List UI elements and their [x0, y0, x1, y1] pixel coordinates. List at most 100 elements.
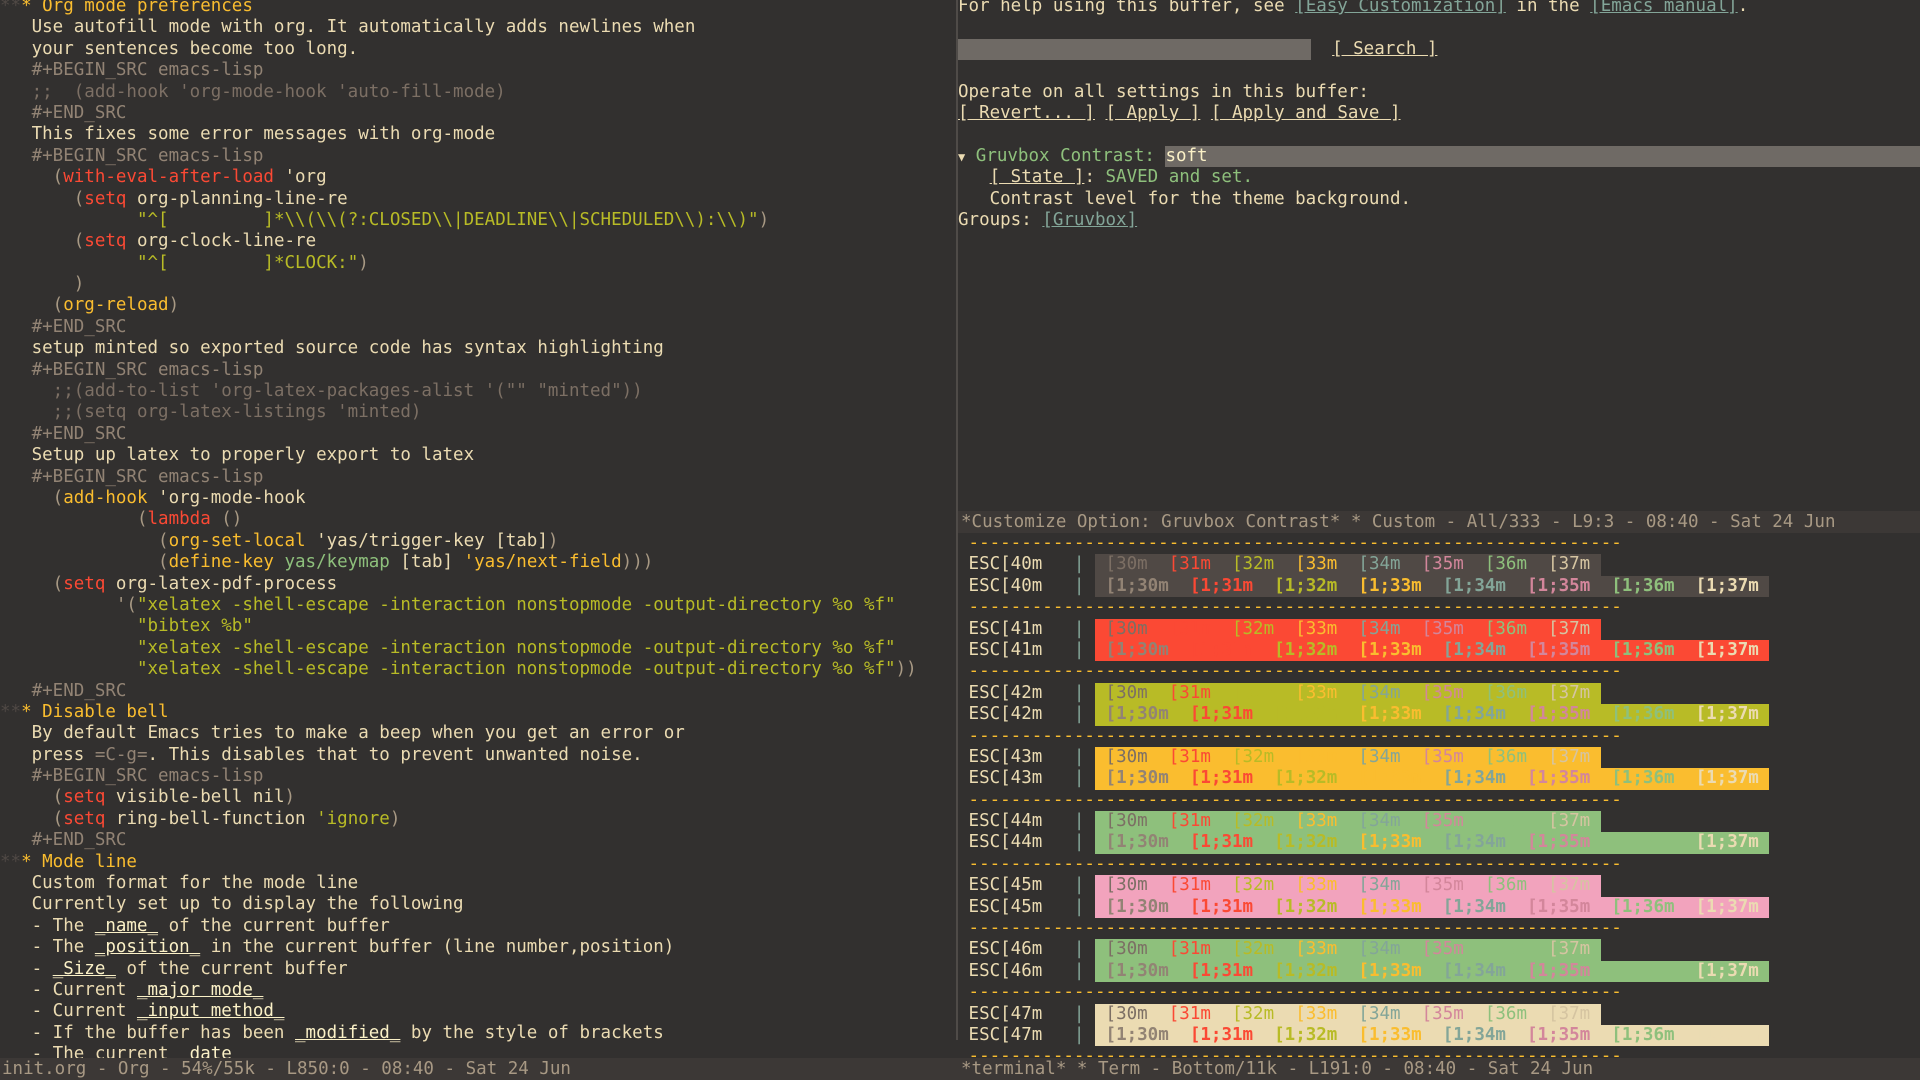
ansi-color-cell: [36m [1474, 875, 1538, 896]
org-buffer-text[interactable]: *** Org mode preferences Use autofill mo… [0, 0, 958, 1080]
org-text-run: ) [389, 808, 401, 829]
ansi-color-cell: [1;33m [1347, 896, 1433, 917]
org-text-run: [tab] [389, 552, 464, 573]
emacs-frame: *** Org mode preferences Use autofill mo… [0, 0, 1920, 1080]
ansi-color-cell: [1;37m [1685, 768, 1770, 789]
org-line: *** Disable bell [0, 702, 958, 723]
customize-buffer-text[interactable]: For help using this buffer, see [Easy Cu… [958, 0, 1920, 231]
org-buffer-window[interactable]: *** Org mode preferences Use autofill mo… [0, 0, 958, 1080]
column-separator: | [1073, 960, 1085, 981]
search-button[interactable]: [ Search ] [1332, 39, 1437, 59]
ansi-color-cell: [1;31m [1179, 832, 1264, 853]
column-separator: | [1073, 768, 1085, 789]
color-swatch: [30m [31m [32m [33m [34m [35m [36m [37m [1095, 875, 1601, 897]
ansi-color-cell: [31m [1158, 811, 1222, 832]
org-text-run: This fixes some error messages with org-… [0, 124, 496, 145]
ansi-color-cell: [32m [1221, 746, 1285, 767]
terminal-buffer-text[interactable]: ----------------------------------------… [958, 533, 1920, 1058]
search-input[interactable] [958, 38, 1311, 61]
org-text-run: . This disables that to prevent unwanted… [147, 744, 643, 765]
ansi-color-cell: [32m [1221, 875, 1285, 896]
org-text-run: * Mode line [21, 851, 137, 872]
terminal-window[interactable]: ----------------------------------------… [958, 533, 1920, 1058]
ansi-color-cell: [1;33m [1347, 704, 1433, 725]
ansi-color-cell: [32m [1221, 939, 1285, 960]
ansi-color-cell: [36m [1474, 939, 1538, 960]
color-swatch: [1;30m [1;31m [1;32m [1;33m [1;34m [1;35… [1095, 704, 1770, 726]
org-line: ;;(add-to-list 'org-latex-packages-alist… [0, 381, 958, 402]
org-text-run: * Org mode preferences [21, 0, 253, 16]
org-line: Use autofill mode with org. It automatic… [0, 17, 958, 38]
apply-button[interactable]: [ Apply ] [1106, 103, 1201, 123]
org-text-run: _modified_ [295, 1022, 401, 1043]
org-text-run: _position_ [94, 937, 201, 958]
ansi-color-cell: [1;30m [1095, 896, 1180, 917]
ansi-color-cell: [35m [1411, 939, 1475, 960]
org-text-run: - Current [0, 979, 137, 1000]
ansi-color-cell: [1;31m [1179, 1024, 1264, 1045]
org-text-run: - Current [0, 1001, 137, 1022]
org-text-run: - The [0, 937, 95, 958]
gruvbox-group-link[interactable]: [Gruvbox] [1042, 210, 1137, 230]
org-text-run: ( [0, 295, 64, 316]
color-swatch: [30m [31m [32m [33m [34m [35m [36m [37m [1095, 746, 1601, 769]
org-text-run: in the current buffer (line number,posit… [200, 937, 675, 958]
ansi-color-cell: [1;33m [1347, 1024, 1433, 1045]
separator-line: ----------------------------------------… [958, 982, 1920, 1003]
ansi-color-cell: [1;35m [1516, 704, 1601, 725]
ansi-color-cell: [1;33m [1347, 639, 1433, 660]
separator-line: ----------------------------------------… [958, 790, 1920, 811]
org-text-run: yas/keymap [284, 552, 390, 573]
revert-button[interactable]: [ Revert... ] [958, 103, 1095, 123]
ansi-color-cell: [30m [1095, 682, 1159, 703]
column-separator: | [1073, 1024, 1085, 1045]
org-text-run: #+END_SRC [0, 680, 127, 701]
emacs-manual-link[interactable]: [Emacs manual] [1590, 0, 1738, 16]
ansi-color-cell: [1;35m [1516, 575, 1601, 596]
state-value: SAVED and set. [1105, 167, 1254, 188]
color-swatch: [1;30m [1;31m [1;32m [1;33m [1;34m [1;35… [1095, 960, 1770, 983]
org-text-run: ) [0, 274, 85, 295]
org-text-run: 'org-mode-hook [147, 487, 306, 508]
org-line: "^[ ]*\\(\\(?:CLOSED\\|DEADLINE\\|SCHEDU… [0, 210, 958, 231]
apply-and-save-button[interactable]: [ Apply and Save ] [1211, 103, 1401, 123]
state-button[interactable]: [ State ] [990, 167, 1085, 187]
ansi-color-cell: [1;32m [1263, 832, 1348, 853]
escape-code-label: ESC[40m [958, 554, 1043, 575]
org-line: *** Mode line [0, 852, 958, 873]
org-text-run: ) [547, 530, 559, 551]
option-name-label: Gruvbox Contrast: [975, 145, 1155, 166]
org-text-run: ** [0, 0, 22, 16]
terminal-color-row: ESC[42m | [1;30m [1;31m [1;32m [1;33m [1… [958, 704, 1920, 726]
org-text-run: By default Emacs tries to make a beep wh… [0, 723, 685, 744]
ansi-color-cell: [1;35m [1516, 832, 1601, 853]
org-text-run: ** [0, 701, 22, 722]
org-text-run: - If the buffer has been [0, 1022, 296, 1043]
ansi-color-cell: [1;32m [1263, 639, 1348, 660]
separator-line: ----------------------------------------… [958, 918, 1920, 939]
ansi-color-cell: [1;37m [1685, 575, 1770, 596]
terminal-color-row: ESC[44m | [30m [31m [32m [33m [34m [35m … [958, 811, 1920, 833]
escape-code-label: ESC[40m [958, 575, 1043, 596]
ansi-color-cell: [1;32m [1263, 768, 1348, 789]
customize-option-row: ▼ Gruvbox Contrast: soft [958, 145, 1920, 168]
ansi-color-cell: [1;36m [1600, 896, 1686, 917]
operate-label: Operate on all settings in this buffer: [958, 82, 1920, 103]
column-separator: | [1073, 746, 1085, 767]
easy-customization-link[interactable]: [Easy Customization] [1295, 0, 1506, 16]
ansi-color-cell: [31m [1158, 875, 1222, 896]
org-line: - The _position_ in the current buffer (… [0, 937, 958, 958]
option-value-field[interactable]: soft [1165, 145, 1920, 168]
separator-line: ----------------------------------------… [958, 854, 1920, 875]
